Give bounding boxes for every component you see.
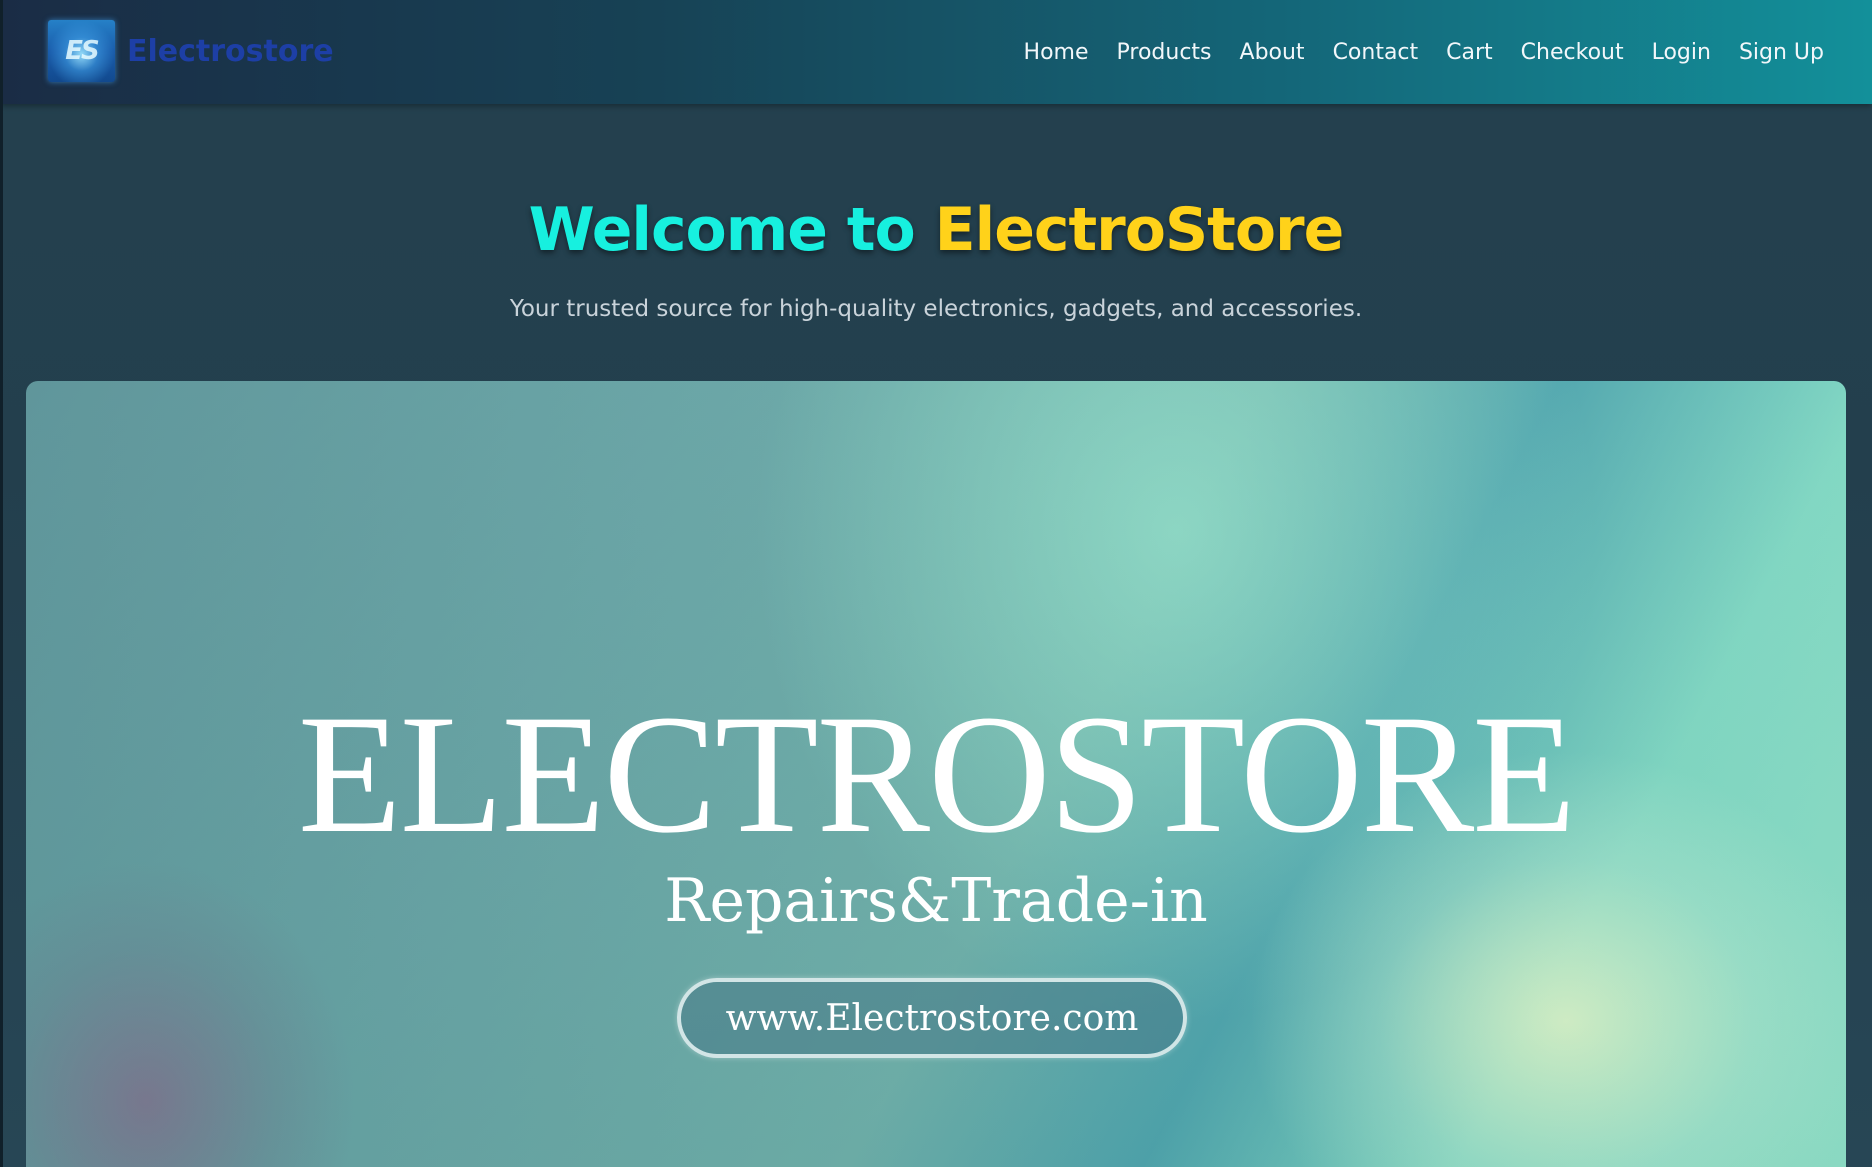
hero-title-brand: ElectroStore: [934, 195, 1345, 265]
nav-link-products[interactable]: Products: [1117, 40, 1212, 65]
hero-title: Welcome to ElectroStore: [0, 190, 1872, 270]
brand-logo-mark: ES: [65, 36, 99, 66]
nav-link-contact[interactable]: Contact: [1333, 40, 1419, 65]
banner-url-badge[interactable]: www.Electrostore.com: [677, 978, 1187, 1058]
brand-name[interactable]: Electrostore: [127, 34, 334, 69]
hero-subtitle: Your trusted source for high-quality ele…: [509, 296, 1363, 322]
hero-title-welcome: Welcome to: [528, 195, 935, 265]
page: ES Electrostore Home Products About Cont…: [0, 0, 1872, 1167]
nav-link-about[interactable]: About: [1240, 40, 1305, 65]
es-logo-icon[interactable]: ES: [48, 20, 115, 82]
nav-link-cart[interactable]: Cart: [1446, 40, 1493, 65]
banner-title: ELECTROSTORE: [297, 680, 1576, 868]
nav-links: Home Products About Contact Cart Checkou…: [996, 0, 1824, 104]
nav-link-signup[interactable]: Sign Up: [1739, 40, 1824, 65]
navbar: ES Electrostore Home Products About Cont…: [0, 0, 1872, 104]
nav-link-checkout[interactable]: Checkout: [1521, 40, 1624, 65]
brand[interactable]: ES Electrostore: [48, 20, 334, 82]
banner-tagline: Repairs&Trade-in: [664, 866, 1208, 936]
hero-banner: ELECTROSTORE Repairs&Trade-in www.Electr…: [26, 381, 1846, 1167]
nav-link-home[interactable]: Home: [1024, 40, 1089, 65]
nav-link-login[interactable]: Login: [1652, 40, 1711, 65]
